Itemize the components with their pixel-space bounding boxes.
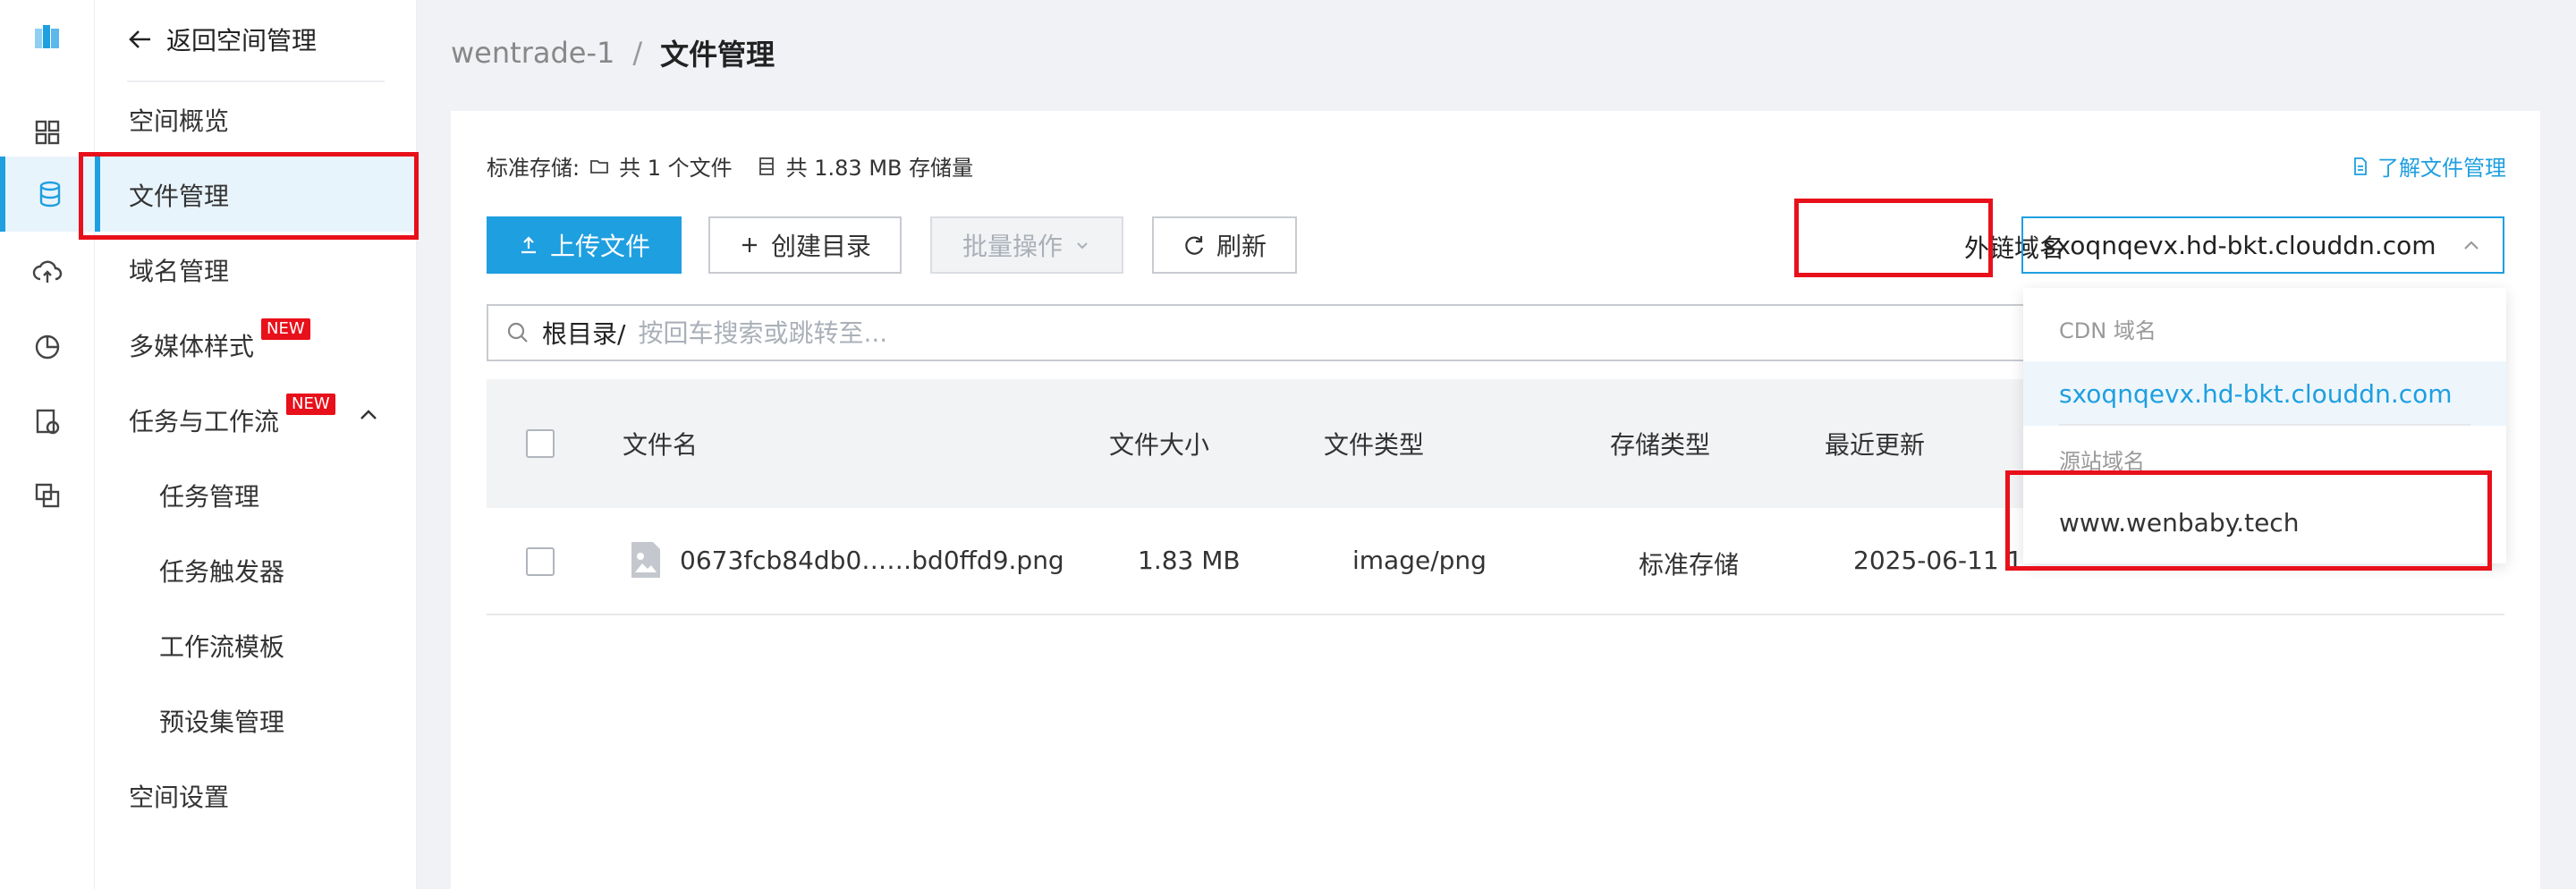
- page-title: 文件管理: [660, 38, 775, 72]
- menu-item-space-settings[interactable]: 空间设置: [129, 776, 229, 816]
- dropdown-option-cdn-domain[interactable]: sxoqnqevx.hd-bkt.clouddn.com: [2023, 361, 2506, 426]
- breadcrumb-separator: /: [632, 36, 643, 70]
- refresh-label: 刷新: [1216, 232, 1267, 261]
- stats-prefix: 标准存储:: [487, 156, 580, 181]
- create-directory-button[interactable]: 创建目录: [708, 216, 902, 274]
- back-to-spaces-link[interactable]: 返回空间管理: [127, 20, 317, 59]
- upload-button[interactable]: 上传文件: [487, 216, 682, 274]
- header-type[interactable]: 文件类型: [1324, 426, 1424, 461]
- folder-icon: [590, 159, 608, 174]
- menu-item-domain-management[interactable]: 域名管理: [129, 250, 229, 290]
- refresh-icon: [1185, 236, 1204, 255]
- new-badge: NEW: [261, 318, 310, 340]
- header-name[interactable]: 文件名: [623, 426, 698, 461]
- menu-item-label: 工作流模板: [159, 632, 285, 662]
- menu-item-label: 空间设置: [129, 783, 230, 812]
- new-badge: NEW: [286, 394, 335, 415]
- file-count: 共 1 个文件: [619, 156, 733, 181]
- create-directory-label: 创建目录: [770, 232, 871, 261]
- path-search-bar[interactable]: 根目录/: [487, 304, 2088, 361]
- menu-item-workflow-templates[interactable]: 工作流模板: [159, 626, 284, 665]
- divider: [2059, 424, 2470, 426]
- storage-stats: 标准存储: 共 1 个文件 共 1.83 MB 存储量: [487, 150, 973, 182]
- file-type: image/png: [1352, 546, 1487, 575]
- image-file-icon: [631, 542, 660, 578]
- file-name[interactable]: 0673fcb84db0……bd0ffd9.png: [680, 546, 1064, 575]
- divider: [127, 80, 385, 82]
- menu-item-label: 文件管理: [129, 182, 230, 211]
- cdn-domain-group-label: CDN 域名: [2059, 318, 2157, 343]
- root-path[interactable]: 根目录/: [542, 315, 625, 351]
- menu-item-task-management[interactable]: 任务管理: [159, 476, 259, 515]
- header-size[interactable]: 文件大小: [1109, 426, 1209, 461]
- external-domain-select[interactable]: sxoqnqevx.hd-bkt.clouddn.com: [2021, 216, 2504, 274]
- menu-item-file-management[interactable]: 文件管理: [129, 175, 229, 215]
- transfer-icon[interactable]: [0, 458, 95, 533]
- menu-item-label: 域名管理: [129, 257, 230, 286]
- batch-actions-label: 批量操作: [962, 232, 1063, 261]
- menu-item-overview[interactable]: 空间概览: [129, 100, 229, 140]
- menu-item-media-styles[interactable]: 多媒体样式 NEW: [129, 318, 310, 365]
- header-storage-type[interactable]: 存储类型: [1610, 426, 1710, 461]
- menu-item-label: 预设集管理: [159, 707, 285, 737]
- header-updated[interactable]: 最近更新: [1825, 426, 1925, 461]
- learn-file-management-link[interactable]: 了解文件管理: [2351, 150, 2506, 182]
- origin-domain-group-label: 源站域名: [2059, 449, 2145, 474]
- last-updated: 2025-06-11 1: [1853, 546, 2023, 575]
- breadcrumb: wentrade-1 / 文件管理: [451, 32, 775, 73]
- selected-domain: sxoqnqevx.hd-bkt.clouddn.com: [2043, 230, 2436, 260]
- storage-type: 标准存储: [1639, 550, 1740, 580]
- database-icon: [758, 157, 774, 175]
- chevron-down-icon: [1077, 242, 1088, 250]
- cloud-upload-icon[interactable]: [0, 234, 95, 309]
- back-label: 返回空间管理: [166, 26, 318, 55]
- menu-item-label: 任务与工作流: [129, 407, 280, 436]
- menu-item-label: 空间概览: [129, 106, 230, 136]
- plus-icon: [741, 238, 757, 252]
- logo-icon[interactable]: [0, 0, 95, 75]
- document-icon: [2354, 157, 2367, 175]
- analytics-icon[interactable]: [0, 309, 95, 385]
- icon-rail: [0, 0, 95, 889]
- nav-menu: 返回空间管理 空间概览 文件管理 域名管理 多媒体样式 NEW 任务与工作流 NEW…: [95, 0, 417, 889]
- menu-item-task-triggers[interactable]: 任务触发器: [159, 551, 284, 590]
- menu-item-presets[interactable]: 预设集管理: [159, 701, 284, 741]
- storage-usage: 共 1.83 MB 存储量: [785, 156, 974, 181]
- menu-item-label: 任务管理: [159, 482, 260, 512]
- dropdown-option-origin-domain[interactable]: www.wenbaby.tech: [2023, 490, 2506, 555]
- certificate-icon[interactable]: [0, 385, 95, 460]
- domain-dropdown: CDN 域名 sxoqnqevx.hd-bkt.clouddn.com 源站域名…: [2023, 288, 2506, 563]
- menu-item-label: 多媒体样式: [129, 332, 255, 361]
- refresh-button[interactable]: 刷新: [1152, 216, 1297, 274]
- upload-label: 上传文件: [549, 232, 650, 261]
- chevron-up-icon[interactable]: [356, 402, 381, 428]
- select-all-checkbox[interactable]: [526, 429, 555, 458]
- menu-item-label: 任务触发器: [159, 557, 285, 587]
- storage-icon[interactable]: [0, 157, 95, 232]
- menu-item-tasks-workflows[interactable]: 任务与工作流 NEW: [129, 394, 335, 440]
- row-checkbox[interactable]: [526, 547, 555, 576]
- upload-icon: [521, 236, 536, 254]
- learn-link-label: 了解文件管理: [2377, 156, 2506, 181]
- breadcrumb-bucket[interactable]: wentrade-1: [451, 36, 614, 70]
- search-icon: [507, 322, 528, 343]
- chevron-up-icon: [2464, 241, 2479, 250]
- search-input[interactable]: [638, 318, 2068, 348]
- arrow-left-icon: [129, 30, 150, 48]
- file-size: 1.83 MB: [1138, 546, 1241, 575]
- batch-actions-button[interactable]: 批量操作: [930, 216, 1123, 274]
